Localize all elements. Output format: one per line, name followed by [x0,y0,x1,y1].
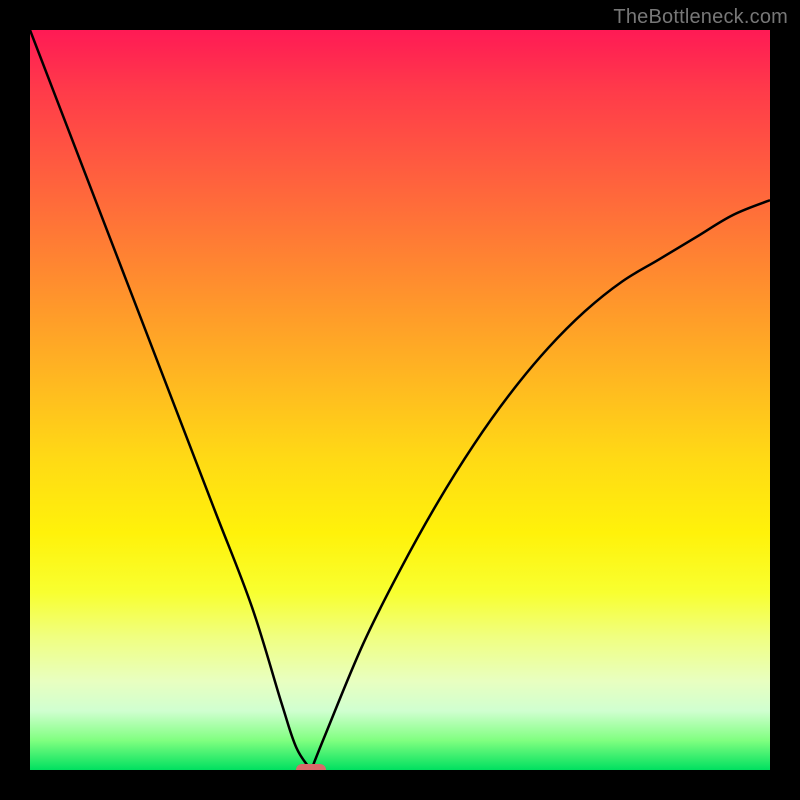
watermark-text: TheBottleneck.com [613,6,788,29]
plot-area [30,30,770,770]
curve-left-branch [30,30,311,770]
minimum-marker [296,764,326,770]
curve-svg [30,30,770,770]
outer-frame: TheBottleneck.com [0,0,800,800]
curve-right-branch [311,200,770,770]
